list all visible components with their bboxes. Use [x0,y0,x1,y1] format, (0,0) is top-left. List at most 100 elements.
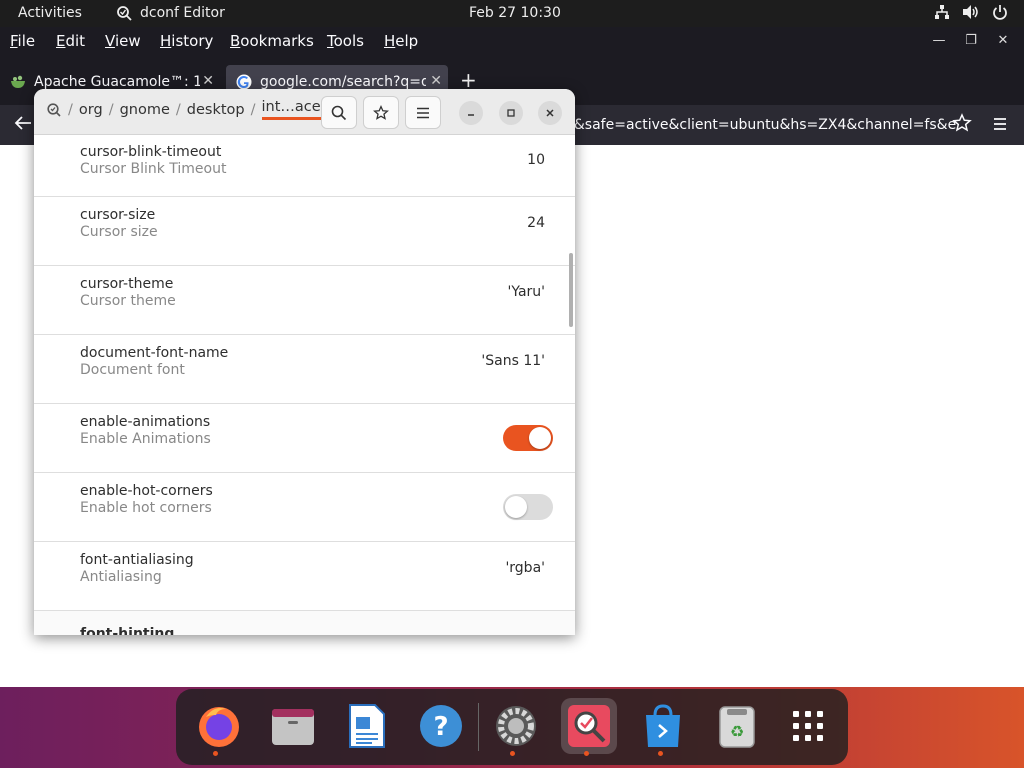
breadcrumb-interface[interactable]: int…ace [261,99,321,120]
breadcrumb-org[interactable]: org [79,102,103,118]
enable-animations-toggle[interactable] [503,425,553,451]
minimize-icon[interactable]: — [932,33,946,48]
dock-files[interactable] [265,698,321,754]
bookmarks-button[interactable] [363,96,399,129]
close-button[interactable] [538,101,562,125]
dconf-editor-window: / org / gnome / desktop / int…ace / [34,89,575,635]
minimize-icon [468,114,474,116]
key-value: 24 [527,215,545,231]
breadcrumb-desktop[interactable]: desktop [187,102,245,118]
menu-help[interactable]: Help [384,32,418,50]
key-name: enable-animations [80,414,211,430]
scrollbar-thumb[interactable] [569,253,573,327]
dock-firefox[interactable] [191,698,247,754]
key-name: cursor-size [80,207,156,223]
menu-view[interactable]: View [105,32,141,50]
key-value: 'Yaru' [507,284,545,300]
running-indicator [584,751,589,756]
key-name: cursor-blink-timeout [80,144,222,160]
volume-icon[interactable] [962,4,980,20]
toggle-knob [505,496,527,518]
menu-tools[interactable]: Tools [327,32,364,50]
trash-icon: ♻ [719,706,755,748]
close-icon [546,109,554,117]
restore-icon[interactable]: ❐ [964,33,978,48]
key-description: Document font [80,362,185,378]
key-row-cursor-theme[interactable]: cursor-theme Cursor theme 'Yaru' [34,266,575,335]
key-value: 10 [527,152,545,168]
dconf-header-bar: / org / gnome / desktop / int…ace / [34,89,575,135]
url-field[interactable]: l&safe=active&client=ubuntu&hs=ZX4&chann… [570,111,980,139]
app-menu[interactable]: dconf Editor [116,5,225,21]
key-value: 'rgba' [505,560,545,576]
breadcrumb-gnome[interactable]: gnome [120,102,170,118]
menu-edit[interactable]: Edit [56,32,85,50]
menu-history[interactable]: History [160,32,213,50]
key-row-cursor-size[interactable]: cursor-size Cursor size 24 [34,197,575,266]
key-description: Antialiasing [80,569,162,585]
hamburger-icon [417,107,429,118]
breadcrumb-separator: / [68,101,73,118]
dock-settings[interactable] [488,698,544,754]
network-icon[interactable] [934,4,950,20]
maximize-button[interactable] [499,101,523,125]
breadcrumb: / org / gnome / desktop / int…ace / [46,99,332,120]
key-row-font-antialiasing[interactable]: font-antialiasing Antialiasing 'rgba' [34,542,575,611]
key-row-enable-hot-corners[interactable]: enable-hot-corners Enable hot corners [34,473,575,542]
key-value: 'Sans 11' [481,353,545,369]
firefox-icon [199,707,239,747]
breadcrumb-separator: / [175,101,181,118]
key-row-document-font-name[interactable]: document-font-name Document font 'Sans 1… [34,335,575,404]
minimize-button[interactable] [459,101,483,125]
key-row-enable-animations[interactable]: enable-animations Enable Animations [34,404,575,473]
dock-dconf-editor[interactable] [561,698,617,754]
firefox-window-controls: — ❐ ✕ [932,33,1010,48]
keys-list: cursor-blink-timeout Cursor Blink Timeou… [34,135,575,611]
files-icon [272,709,314,745]
dock-software[interactable] [635,698,691,754]
key-description: Cursor Blink Timeout [80,161,227,177]
key-name: cursor-theme [80,276,174,292]
menu-file[interactable]: File [10,32,35,50]
key-name: font-antialiasing [80,552,194,568]
key-description: Cursor size [80,224,158,240]
menu-bookmarks[interactable]: Bookmarks [230,32,314,50]
activities-button[interactable]: Activities [18,5,82,21]
toggle-knob [529,427,551,449]
close-icon[interactable]: ✕ [996,33,1010,48]
guacamole-icon [11,75,25,88]
app-name: dconf Editor [140,5,225,21]
star-icon [373,104,389,120]
svg-text:?: ? [433,712,448,742]
key-row-cursor-blink-timeout[interactable]: cursor-blink-timeout Cursor Blink Timeou… [34,135,575,197]
bookmark-star-icon[interactable] [952,113,972,133]
tab-title: google.com/search?q=dc [260,74,426,90]
power-icon[interactable] [992,4,1008,20]
dconf-editor-icon [568,705,610,747]
enable-hot-corners-toggle[interactable] [503,494,553,520]
settings-icon [496,706,536,746]
hamburger-menu-icon[interactable] [992,117,1008,131]
key-row-font-hinting-partial[interactable]: font-hinting [80,626,174,635]
dock-writer[interactable] [339,698,395,754]
dock-app-grid[interactable] [780,698,836,754]
clock[interactable]: Feb 27 10:30 [469,5,561,21]
system-tray[interactable] [934,4,1008,20]
breadcrumb-separator: / [108,101,114,118]
running-indicator [510,751,515,756]
search-icon [331,105,347,120]
dconf-app-icon [117,6,132,21]
search-button[interactable] [321,96,357,129]
dconf-search-icon [47,102,61,117]
writer-icon [349,704,385,748]
tab-close-icon[interactable]: ✕ [430,73,442,89]
dock-trash[interactable]: ♻ [709,698,765,754]
main-menu-button[interactable] [405,96,441,129]
key-description: Cursor theme [80,293,176,309]
maximize-icon [507,109,515,117]
dock-help[interactable]: ? [413,698,469,754]
tab-close-icon[interactable]: ✕ [202,73,214,89]
running-indicator [213,751,218,756]
back-arrow-icon[interactable] [14,115,32,131]
breadcrumb-separator: / [250,101,256,118]
